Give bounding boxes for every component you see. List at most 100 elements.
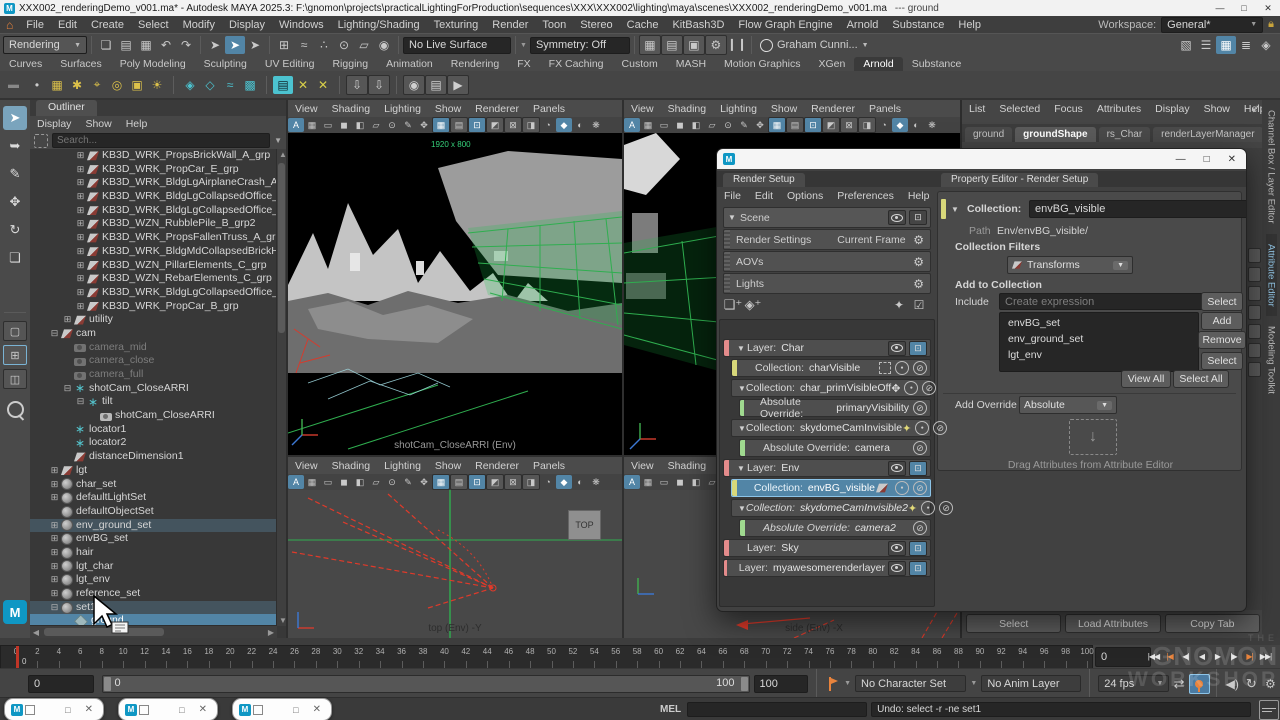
outliner-item-reference-set[interactable]: ⊞reference_set [30, 587, 277, 601]
menu-item-edit[interactable]: Edit [51, 19, 84, 31]
home-icon[interactable]: ⌂ [6, 18, 13, 32]
close-button[interactable]: ✕ [1256, 3, 1280, 14]
outliner-hscrollbar[interactable]: ◀▶ [30, 625, 277, 638]
menu-item-create[interactable]: Create [84, 19, 131, 31]
layout-four-pane[interactable]: ⊞ [3, 345, 27, 365]
ae-tab-rs-char[interactable]: rs_Char [1099, 127, 1151, 142]
rs-close-button[interactable]: ✕ [1228, 154, 1236, 165]
ae-tab-ground[interactable]: ground [965, 127, 1012, 142]
arnold-render-view-icon[interactable]: ▤ [273, 76, 293, 94]
shelf-collapse-icon[interactable]: ▬ [8, 79, 19, 91]
render-settings-icon[interactable]: ⚙ [705, 35, 727, 55]
menu-item-attributes[interactable]: Attributes [1090, 103, 1148, 115]
minimized-window-3[interactable]: M□✕ [232, 698, 332, 720]
render-frame-icon[interactable]: ◉ [403, 75, 425, 95]
play-forwards-button[interactable]: ▶ [1210, 647, 1225, 665]
close-button[interactable]: ✕ [199, 704, 207, 715]
outliner-item-lgt-char[interactable]: ⊞lgt_char [30, 560, 277, 574]
outliner-item-locator1[interactable]: ∗locator1 [30, 423, 277, 437]
outliner-item-hair[interactable]: ⊞hair [30, 546, 277, 560]
layer-renderable-icon[interactable]: ⊡ [909, 541, 927, 556]
menu-item-preferences[interactable]: Preferences [830, 190, 901, 202]
menu-item-kitbash3d[interactable]: KitBash3D [665, 19, 731, 31]
settings-gear-icon[interactable]: ⚙ [913, 255, 924, 269]
menu-item-stereo[interactable]: Stereo [573, 19, 619, 31]
isolate-icon[interactable]: ● [921, 501, 935, 515]
use-default-material-icon[interactable]: ◨ [858, 117, 876, 133]
expand-toggle-icon[interactable]: ⊞ [49, 519, 60, 533]
outliner-item-lgt[interactable]: ⊞lgt [30, 464, 277, 478]
pan-zoom-icon[interactable]: ✥ [416, 118, 432, 132]
expand-toggle-icon[interactable]: ⊟ [49, 601, 60, 615]
disable-icon[interactable]: ⊘ [939, 501, 953, 515]
select-all-button[interactable]: Select All [1173, 370, 1229, 388]
layout-two-pane[interactable]: ◫ [3, 369, 27, 389]
outliner-item-camera-full[interactable]: camera_full [30, 368, 277, 382]
ssao-icon[interactable]: ◐ [908, 118, 924, 132]
camera-letterbox-icon[interactable]: A [288, 475, 304, 489]
expand-toggle-icon[interactable]: ⊞ [49, 532, 60, 546]
rs-layer-char[interactable]: ▼Layer:Char⊡ [723, 339, 931, 357]
drag-drop-target[interactable]: ↓ [1069, 419, 1117, 455]
animation-preferences-icon[interactable]: ⚙ [1261, 675, 1280, 693]
fps-dropdown[interactable]: 24 fps▼ [1098, 675, 1169, 692]
menu-item-texturing[interactable]: Texturing [427, 19, 486, 31]
close-button[interactable]: ✕ [313, 704, 321, 715]
arnold-curve-collector-icon[interactable]: ≈ [220, 76, 240, 94]
ae-copy-tab-button[interactable]: Copy Tab [1165, 614, 1260, 633]
play-backwards-button[interactable]: ◀ [1194, 647, 1209, 665]
expand-toggle-icon[interactable]: ⊞ [75, 259, 86, 273]
menu-item-lighting[interactable]: Lighting [377, 460, 428, 472]
outliner-item-kb3d-wrk-propsfallentruss-a-grp[interactable]: ⊞KB3D_WRK_PropsFallenTruss_A_grp [30, 231, 277, 245]
expand-toggle-icon[interactable]: ⊞ [49, 491, 60, 505]
menu-item-display[interactable]: Display [1148, 103, 1196, 115]
menu-item-selected[interactable]: Selected [992, 103, 1047, 115]
ae-load-attributes-button[interactable]: Load Attributes [1065, 614, 1160, 633]
menu-item-renderer[interactable]: Renderer [468, 460, 526, 472]
rs-collection-envbg-visible[interactable]: Collection:envBG_visible●⊘ [731, 479, 931, 497]
top-canvas[interactable]: TOP top (Env) -Y [288, 490, 622, 638]
arnold-skydome-light-icon[interactable]: ◎ [107, 76, 127, 94]
menu-item-flow-graph-engine[interactable]: Flow Graph Engine [731, 19, 839, 31]
expand-caret-icon[interactable]: ▼ [738, 424, 746, 433]
scene-section-header[interactable]: ▼ Scene ⊡ [723, 207, 931, 228]
expand-caret-icon[interactable]: ▼ [735, 344, 747, 353]
menuset-dropdown[interactable]: Rendering▼ [3, 36, 87, 54]
render-view-icon[interactable]: ▦ [639, 35, 661, 55]
film-gate-icon[interactable]: ▦ [304, 118, 320, 132]
workspace-dropdown[interactable]: General*▼ [1161, 17, 1263, 33]
scene-visibility-icon[interactable] [888, 210, 906, 225]
expand-toggle-icon[interactable]: ⊟ [75, 395, 86, 409]
add-button[interactable]: Add [1201, 312, 1243, 330]
menu-item-arnold[interactable]: Arnold [840, 19, 886, 31]
rs-override-primaryvisibility[interactable]: Absolute Override:primaryVisibility⊘ [739, 399, 931, 417]
select-tool[interactable]: ➤ [3, 106, 27, 130]
disable-icon[interactable]: ⊘ [933, 421, 947, 435]
viewport-persp-shotcam[interactable]: ViewShadingLightingShowRendererPanels A▦… [288, 100, 622, 455]
expand-toggle-icon[interactable]: ⊞ [75, 245, 86, 259]
expand-toggle-icon[interactable]: ⊞ [49, 464, 60, 478]
grease-pencil-icon[interactable]: ✎ [400, 118, 416, 132]
camera-letterbox-icon[interactable]: A [624, 118, 640, 132]
dock-tab-attribute-editor[interactable]: Attribute Editor [1266, 234, 1277, 317]
expand-toggle-icon[interactable]: ⊞ [62, 313, 73, 327]
menu-item-panels[interactable]: Panels [526, 460, 572, 472]
shadows-icon[interactable]: ◆ [892, 118, 908, 132]
layer-renderable-icon[interactable]: ⊡ [909, 461, 927, 476]
scene-renderable-icon[interactable]: ⊡ [909, 210, 927, 225]
outliner-panel-icon[interactable]: ≣ [1236, 36, 1256, 54]
panel-grid-icon[interactable]: ▦ [1216, 36, 1236, 54]
ae-select-button[interactable]: Select [966, 614, 1061, 633]
menu-item-panels[interactable]: Panels [862, 103, 908, 115]
include-expression-field[interactable]: Create expression [999, 293, 1209, 310]
symmetry-field[interactable]: Symmetry: Off [530, 37, 630, 54]
object-details-icon[interactable]: ▧ [1176, 36, 1196, 54]
film-fit-icon[interactable]: ▤ [450, 474, 468, 490]
shelf-tab-xgen[interactable]: XGen [810, 57, 855, 71]
motion-blur-icon[interactable]: ❋ [588, 118, 604, 132]
outliner-tab[interactable]: Outliner [36, 100, 97, 116]
mel-label[interactable]: MEL [660, 704, 681, 715]
outliner-item-defaultlightset[interactable]: ⊞defaultLightSet [30, 491, 277, 505]
layout-single-pane[interactable]: ▢ [3, 321, 27, 341]
expand-caret-icon[interactable]: ▼ [738, 504, 746, 513]
